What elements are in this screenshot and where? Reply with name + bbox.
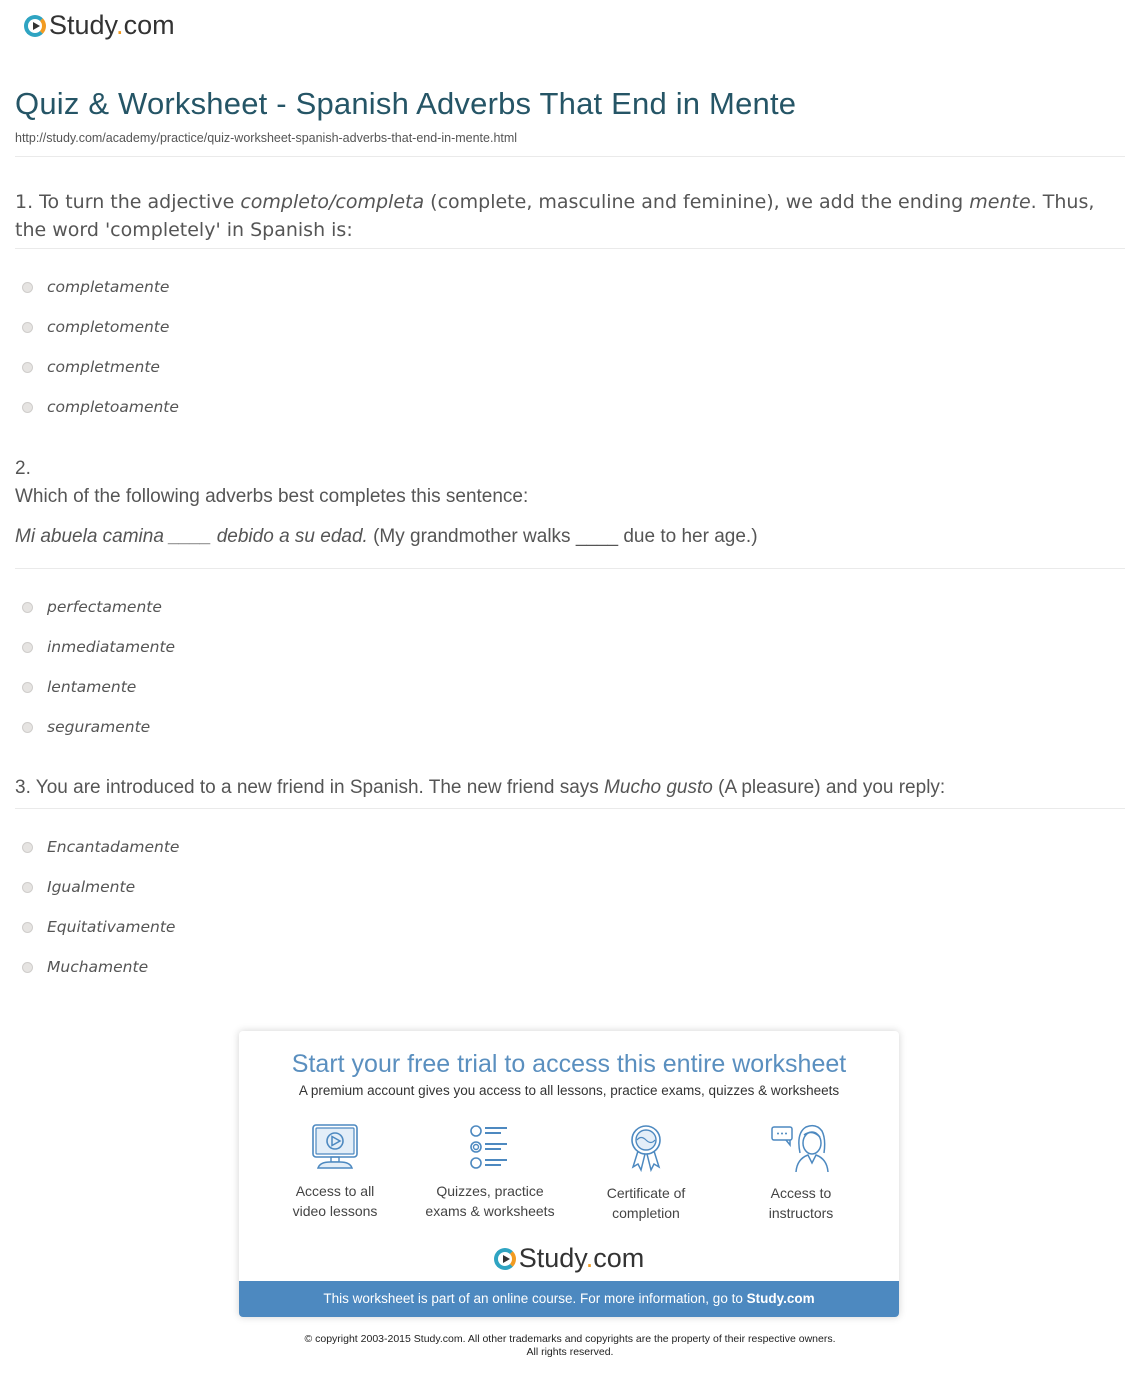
answer-option[interactable]: Encantadamente <box>22 838 179 856</box>
play-logo-icon <box>24 14 46 37</box>
answer-option[interactable]: lentamente <box>22 678 136 696</box>
radio-button[interactable] <box>22 321 33 333</box>
question-2-prompt: Which of the following adverbs best comp… <box>15 486 529 507</box>
question-1: 1. To turn the adjective completo/comple… <box>15 191 1095 241</box>
answer-option[interactable]: inmediatamente <box>22 638 175 656</box>
radio-button[interactable] <box>22 961 33 973</box>
feature-video-lessons: Access to all video lessons <box>260 1123 410 1221</box>
answer-option[interactable]: completomente <box>22 318 169 336</box>
answer-option[interactable]: seguramente <box>22 718 150 736</box>
radio-button[interactable] <box>22 721 33 733</box>
radio-button[interactable] <box>22 641 33 653</box>
question-2-sentence: Mi abuela camina ____ debido a su edad. … <box>15 526 758 547</box>
study-logo[interactable]: Study.com <box>24 10 175 41</box>
radio-button[interactable] <box>22 601 33 613</box>
play-logo-icon <box>493 1247 516 1270</box>
radio-button[interactable] <box>22 681 33 693</box>
promo-study-logo[interactable]: Study.com <box>239 1243 899 1274</box>
course-info-bar: This worksheet is part of an online cour… <box>239 1281 899 1317</box>
quiz-list-icon <box>470 1125 507 1169</box>
radio-button[interactable] <box>22 881 33 893</box>
radio-button[interactable] <box>22 361 33 373</box>
feature-certificate: Certificate of completion <box>571 1123 721 1223</box>
promo-title[interactable]: Start your free trial to access this ent… <box>239 1050 899 1079</box>
page-url: http://study.com/academy/practice/quiz-w… <box>15 131 518 145</box>
study-link[interactable]: Study.com <box>747 1291 815 1306</box>
divider <box>15 808 1125 809</box>
logo-wordmark: Study.com <box>49 10 175 40</box>
page-title: Quiz & Worksheet - Spanish Adverbs That … <box>15 86 797 121</box>
question-3: 3. You are introduced to a new friend in… <box>15 777 946 798</box>
answer-option[interactable]: completamente <box>22 278 169 296</box>
radio-button[interactable] <box>22 401 33 413</box>
divider <box>15 568 1125 569</box>
answer-option[interactable]: completmente <box>22 358 160 376</box>
radio-button[interactable] <box>22 281 33 293</box>
certificate-icon <box>631 1125 661 1173</box>
feature-instructors: Access to instructors <box>726 1123 876 1223</box>
divider <box>15 248 1125 249</box>
radio-button[interactable] <box>22 921 33 933</box>
answer-option[interactable]: perfectamente <box>22 598 162 616</box>
video-lesson-icon <box>312 1124 358 1169</box>
divider <box>15 156 1125 157</box>
answer-option[interactable]: Igualmente <box>22 878 135 896</box>
answer-option[interactable]: Equitativamente <box>22 918 175 936</box>
radio-button[interactable] <box>22 841 33 853</box>
question-2-number: 2. <box>15 458 31 479</box>
promo-subtitle: A premium account gives you access to al… <box>298 1083 840 1098</box>
answer-option[interactable]: completoamente <box>22 398 179 416</box>
copyright-footer: © copyright 2003-2015 Study.com. All oth… <box>304 1333 836 1358</box>
instructor-icon <box>771 1124 829 1173</box>
feature-quizzes: Quizzes, practice exams & worksheets <box>415 1123 565 1221</box>
answer-option[interactable]: Muchamente <box>22 958 148 976</box>
free-trial-promo: Start your free trial to access this ent… <box>239 1031 899 1317</box>
